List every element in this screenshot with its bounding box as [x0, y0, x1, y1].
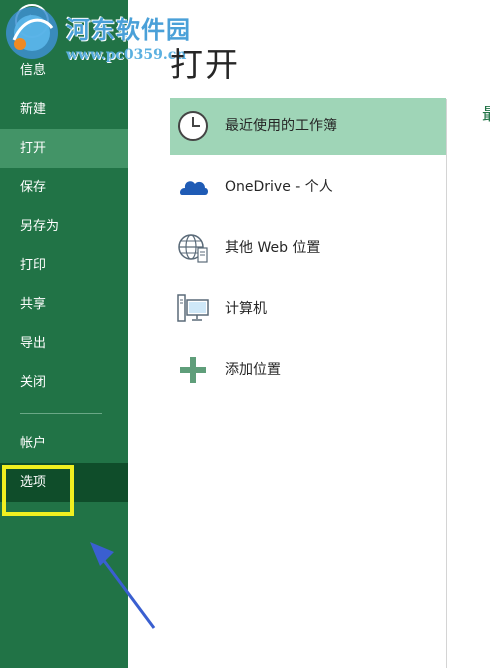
nav-new[interactable]: 新建 [0, 90, 128, 129]
nav-share[interactable]: 共享 [0, 285, 128, 324]
computer-icon [177, 294, 209, 322]
nav-print[interactable]: 打印 [0, 246, 128, 285]
location-other-web[interactable]: 其他 Web 位置 [170, 220, 446, 277]
panel-divider [446, 99, 447, 668]
globe-icon [178, 234, 208, 263]
nav-save[interactable]: 保存 [0, 168, 128, 207]
location-onedrive[interactable]: OneDrive - 个人 [170, 159, 446, 216]
location-label: 添加位置 [225, 362, 281, 378]
watermark-url: www.pc0359.cn [66, 47, 187, 63]
location-label: 最近使用的工作簿 [225, 118, 337, 134]
nav-export[interactable]: 导出 [0, 324, 128, 363]
highlight-box [2, 465, 74, 516]
location-computer[interactable]: 计算机 [170, 281, 446, 338]
location-label: OneDrive - 个人 [225, 179, 333, 195]
recent-panel-heading: 最 [482, 100, 490, 125]
plus-icon [180, 357, 206, 383]
nav-divider [20, 413, 102, 414]
nav-open[interactable]: 打开 [0, 129, 128, 168]
cloud-icon [180, 181, 208, 195]
page-title: 打开 [170, 45, 240, 84]
clock-icon [178, 111, 208, 141]
location-label: 计算机 [225, 301, 267, 317]
location-label: 其他 Web 位置 [225, 240, 321, 256]
annotation-arrow-icon [90, 542, 156, 629]
nav-save-as[interactable]: 另存为 [0, 207, 128, 246]
location-add-place[interactable]: 添加位置 [170, 342, 446, 399]
nav-close[interactable]: 关闭 [0, 363, 128, 402]
nav-account[interactable]: 帐户 [0, 424, 128, 463]
location-recent-workbooks[interactable]: 最近使用的工作簿 [170, 98, 446, 155]
watermark-logo-icon [6, 7, 58, 59]
